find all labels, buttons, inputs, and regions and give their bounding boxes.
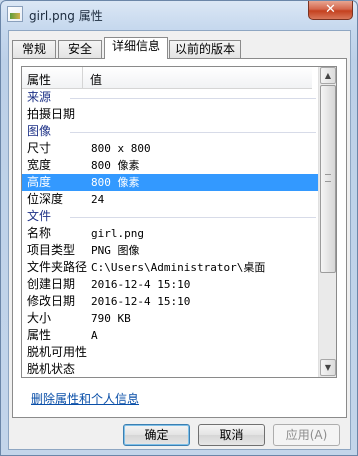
column-header: 属性 值 [22,67,312,89]
group-divider [70,98,316,99]
property-row[interactable]: 项目类型 PNG 图像 [22,242,318,259]
cancel-button[interactable]: 取消 [198,424,265,446]
property-value: A [91,329,98,342]
property-value: 800 像素 [91,176,140,189]
property-value: 800 像素 [91,159,140,172]
property-name: 高度 [27,175,52,189]
group-divider [70,217,316,218]
property-value: 2016-12-4 15:10 [91,295,191,308]
scroll-up-button[interactable]: ▲ [320,67,336,84]
tab-security[interactable]: 安全 [58,40,102,59]
property-row[interactable]: 创建日期 2016-12-4 15:10 [22,276,318,293]
vertical-scrollbar[interactable]: ▲ ▼ [318,67,336,377]
property-value: 790 KB [91,312,131,325]
group-header-row[interactable]: 图像 [22,123,318,140]
property-value: C:\Users\Administrator\桌面 [91,261,266,274]
close-button[interactable]: ✕ [308,1,353,20]
property-row[interactable]: 属性 A [22,327,318,344]
image-file-icon [7,6,23,22]
property-row[interactable]: 拍摄日期 [22,106,318,123]
property-row[interactable]: 位深度 24 [22,191,318,208]
property-list: 属性 值 来源 拍摄日期 图像 尺寸 800 x 800 宽度 800 像素 高度 800 像素… [21,66,337,378]
tab-general[interactable]: 常规 [12,40,56,59]
property-value: girl.png [91,227,144,240]
property-row[interactable]: 修改日期 2016-12-4 15:10 [22,293,318,310]
property-name: 拍摄日期 [27,107,76,121]
property-row[interactable]: 脱机可用性 [22,344,318,361]
column-divider[interactable] [82,67,83,89]
property-name: 尺寸 [27,141,52,155]
property-row[interactable]: 大小 790 KB [22,310,318,327]
column-header-property[interactable]: 属性 [27,71,51,88]
apply-button[interactable]: 应用(A) [273,424,340,446]
property-name: 创建日期 [27,277,76,291]
group-divider [70,132,316,133]
property-row[interactable]: 高度 800 像素 [22,174,318,191]
remove-properties-link[interactable]: 删除属性和个人信息 [31,390,139,407]
window-title: girl.png 属性 [29,9,103,23]
property-row[interactable]: 尺寸 800 x 800 [22,140,318,157]
group-header-label: 来源 [27,90,52,104]
group-header-label: 文件 [27,209,52,223]
property-name: 项目类型 [27,243,76,257]
column-header-value[interactable]: 值 [90,71,102,88]
property-row[interactable]: 名称 girl.png [22,225,318,242]
property-row[interactable]: 宽度 800 像素 [22,157,318,174]
property-value: 800 x 800 [91,142,151,155]
property-name: 属性 [27,328,52,342]
ok-button[interactable]: 确定 [123,424,190,446]
property-name: 文件夹路径 [27,260,88,274]
property-value: 24 [91,193,105,206]
details-tab-content: 属性 值 来源 拍摄日期 图像 尺寸 800 x 800 宽度 800 像素 高度 800 像素… [12,58,347,418]
properties-window: girl.png 属性 ✕ 常规 安全 详细信息 以前的版本 属性 值 来源拍摄… [0,0,358,456]
group-header-row[interactable]: 来源 [22,89,318,106]
title-bar[interactable]: girl.png 属性 ✕ [1,1,357,29]
property-value: 2016-12-4 15:10 [91,278,191,291]
scroll-thumb[interactable] [320,85,336,273]
property-name: 脱机可用性 [27,345,88,359]
property-name: 位深度 [27,192,64,206]
property-name: 名称 [27,226,52,240]
property-value: PNG 图像 [91,244,140,257]
property-rows: 来源 拍摄日期 图像 尺寸 800 x 800 宽度 800 像素 高度 800 像素 位深度 24… [22,89,318,377]
property-name: 修改日期 [27,294,76,308]
scroll-down-button[interactable]: ▼ [320,359,336,376]
property-name: 脱机状态 [27,362,76,376]
property-row[interactable]: 脱机状态 [22,361,318,377]
property-name: 宽度 [27,158,52,172]
tab-previous-versions[interactable]: 以前的版本 [169,40,241,59]
group-header-row[interactable]: 文件 [22,208,318,225]
tab-details[interactable]: 详细信息 [104,37,168,59]
group-header-label: 图像 [27,124,52,138]
dialog-panel: 常规 安全 详细信息 以前的版本 属性 值 来源拍摄日期图像尺寸 800 x 80… [8,30,351,450]
property-name: 大小 [27,311,52,325]
property-row[interactable]: 文件夹路径 C:\Users\Administrator\桌面 [22,259,318,276]
